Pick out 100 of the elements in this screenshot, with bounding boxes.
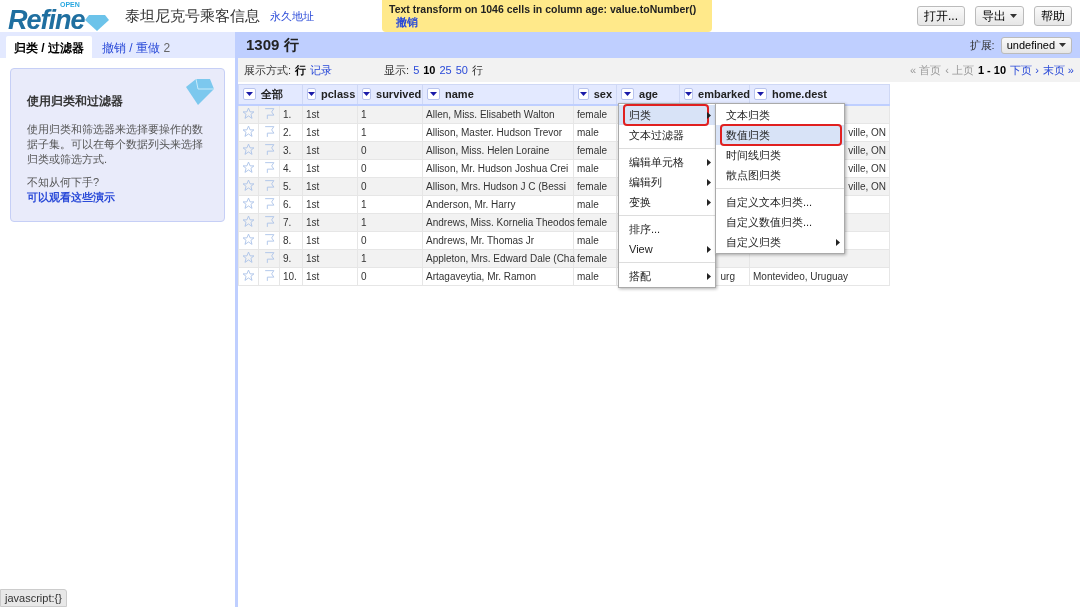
table-cell: 0 [357,267,423,285]
extension-dropdown[interactable]: undefined [1000,36,1072,54]
column-header[interactable]: home.dest [749,84,890,105]
star-icon[interactable] [242,160,255,174]
table-cell: 1 [357,195,423,213]
table-cell: Allison, Master. Hudson Trevor [422,123,574,141]
star-icon[interactable] [242,106,255,120]
page-size-option[interactable]: 25 [439,64,452,76]
row-number: 10. [279,267,303,285]
column-header[interactable]: embarked [679,84,750,105]
star-icon[interactable] [242,142,255,156]
table-cell: Anderson, Mr. Harry [422,195,574,213]
flag-icon[interactable] [262,196,276,210]
undo-link[interactable]: 撤销 [396,15,418,30]
dropdown-icon [579,92,587,97]
table-cell: female [573,104,617,123]
row-number: 1. [279,104,303,123]
table-cell: Allison, Mrs. Hudson J C (Bessi [422,177,574,195]
toolbar-button[interactable]: 帮助 [1034,6,1072,26]
column-header[interactable]: name [422,84,574,105]
flag-icon[interactable] [262,178,276,192]
flag-icon[interactable] [262,106,276,120]
flag-icon[interactable] [262,142,276,156]
dropdown-icon [308,92,315,97]
row-number: 4. [279,159,303,177]
toolbar-button[interactable]: 导出 [975,6,1024,26]
row-number: 7. [279,213,303,231]
table-cell: male [573,267,617,285]
row-number: 2. [279,123,303,141]
page-range: 1 - 10 [977,64,1007,76]
star-icon[interactable] [242,250,255,264]
menu-item[interactable]: 排序... [619,219,715,239]
dropdown-icon [624,92,631,97]
table-cell: Montevideo, Uruguay [749,267,890,285]
menu-item[interactable]: 编辑列 [619,172,715,192]
table-cell: 0 [357,231,423,249]
page-size-option[interactable]: 5 [413,64,420,76]
table-cell: 1st [302,177,358,195]
panel-tab[interactable]: 归类 / 过滤器 [6,36,92,58]
pager-link[interactable]: 末页 » [1042,62,1074,78]
menu-item[interactable]: 文本过滤器 [619,125,715,145]
menu-item[interactable]: View [619,239,715,259]
page-size-option[interactable]: 10 [423,64,436,76]
page-size-option[interactable]: 50 [455,64,468,76]
page-size-label: 显示: [384,62,410,78]
menu-item[interactable]: 变换 [619,192,715,212]
table-cell: 1st [302,195,358,213]
menu-item[interactable]: 自定义数值归类... [716,212,844,232]
star-icon[interactable] [242,232,255,246]
star-icon[interactable] [242,268,255,282]
demo-link[interactable]: 可以观看这些演示 [27,191,115,203]
row-number: 3. [279,141,303,159]
column-header[interactable]: 全部 [238,84,303,105]
flag-icon[interactable] [262,268,276,282]
table-cell: Appleton, Mrs. Edward Dale (Cha [422,249,574,267]
pager-link[interactable]: 下页 › [1010,62,1039,78]
menu-item[interactable]: 归类 [619,105,715,125]
table-cell: 1st [302,231,358,249]
toolbar-button[interactable]: 打开... [917,6,965,26]
table-cell: Allison, Mr. Hudson Joshua Crei [422,159,574,177]
table-cell: 0 [357,177,423,195]
table-cell: 1st [302,267,358,285]
dropdown-icon [685,92,692,97]
show-as-label: 展示方式: [244,62,292,78]
view-mode-option[interactable]: 记录 [310,62,333,78]
flag-icon[interactable] [262,214,276,228]
star-icon[interactable] [242,214,255,228]
table-cell: Artagaveytia, Mr. Ramon [422,267,574,285]
menu-item[interactable]: 自定义归类 [716,232,844,252]
menu-item[interactable]: 自定义文本归类... [716,192,844,212]
view-mode-option[interactable]: 行 [295,62,307,78]
flag-icon[interactable] [262,250,276,264]
row-number: 9. [279,249,303,267]
flag-icon[interactable] [262,160,276,174]
flag-icon[interactable] [262,232,276,246]
panel-tab[interactable]: 撤销 / 重做 2 [94,36,179,58]
table-cell: 1 [357,104,423,123]
star-icon[interactable] [242,196,255,210]
dropdown-icon [757,92,764,97]
row-number: 6. [279,195,303,213]
card-text: 使用归类和筛选器来选择要操作的数据子集。可以在每个数据列头来选择归类或筛选方式. [27,122,204,167]
menu-item[interactable]: 文本归类 [716,105,844,125]
table-cell: female [573,141,617,159]
column-header[interactable]: sex [573,84,617,105]
column-header[interactable]: survived [357,84,423,105]
flag-icon[interactable] [262,124,276,138]
dropdown-icon [363,92,370,97]
card-title: 使用归类和过滤器 [27,93,124,110]
star-icon[interactable] [242,178,255,192]
notification-text: Text transform on 1046 cells in column age: value.toNumber() [389,3,697,15]
star-icon[interactable] [242,124,255,138]
table-cell: Allison, Miss. Helen Loraine [422,141,574,159]
column-header[interactable]: age [616,84,680,105]
table-cell: 1st [302,141,358,159]
menu-item[interactable]: 编辑单元格 [619,152,715,172]
permalink-link[interactable]: 永久地址 [269,8,314,24]
menu-item[interactable]: 数值归类 [716,125,844,145]
dropdown-icon [246,92,253,97]
caret-icon [1059,43,1066,47]
column-header[interactable]: pclass [302,84,358,105]
